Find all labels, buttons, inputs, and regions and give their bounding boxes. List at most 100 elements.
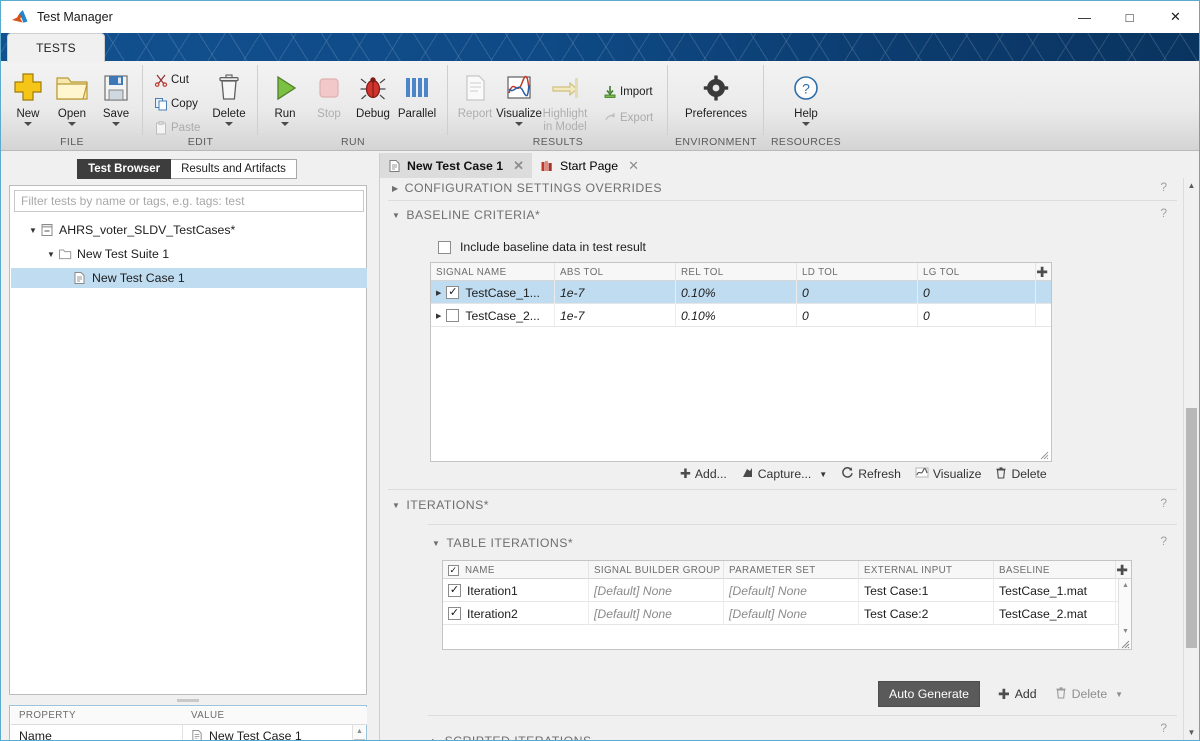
column-header-rel-tol[interactable]: REL TOL xyxy=(676,263,797,281)
checkbox-checked-icon[interactable]: ✓ xyxy=(448,584,461,597)
section-configuration-settings-overrides[interactable]: ▶ CONFIGURATION SETTINGS OVERRIDES xyxy=(392,181,662,195)
add-column-icon[interactable]: ✚ xyxy=(1116,563,1128,577)
checkbox-checked-icon[interactable]: ✓ xyxy=(448,565,459,576)
cut-button[interactable]: Cut xyxy=(151,69,189,91)
signal-builder-group-cell[interactable]: [Default] None xyxy=(589,579,724,602)
checkbox-checked-icon[interactable]: ✓ xyxy=(446,286,459,299)
scroll-up-arrow-icon[interactable]: ▲ xyxy=(1184,178,1199,193)
help-button[interactable]: ? Help xyxy=(782,65,830,126)
chevron-down-icon[interactable]: ▼ xyxy=(26,226,40,235)
scroll-down-arrow-icon[interactable]: ▼ xyxy=(1184,725,1199,740)
report-button[interactable]: Report xyxy=(451,65,499,121)
refresh-button[interactable]: Refresh xyxy=(841,466,901,482)
checkbox-unchecked-icon[interactable] xyxy=(438,241,451,254)
tab-new-test-case-1[interactable]: New Test Case 1 ✕ xyxy=(380,153,532,178)
open-button[interactable]: Open xyxy=(48,65,96,126)
tree-item-new-test-suite-1[interactable]: ▼ New Test Suite 1 xyxy=(44,244,169,264)
tab-tests[interactable]: TESTS xyxy=(7,33,105,62)
save-button[interactable]: Save xyxy=(92,65,140,126)
tab-start-page[interactable]: Start Page ✕ xyxy=(532,153,647,178)
iteration-name-cell[interactable]: ✓ Iteration1 xyxy=(443,579,589,602)
iteration-name-cell[interactable]: ✓ Iteration2 xyxy=(443,602,589,625)
include-baseline-checkbox-row[interactable]: Include baseline data in test result xyxy=(438,240,646,254)
column-header-abs-tol[interactable]: ABS TOL xyxy=(555,263,676,281)
checkbox-unchecked-icon[interactable] xyxy=(446,309,459,322)
chevron-down-icon[interactable]: ▼ xyxy=(432,539,440,548)
main-scrollbar[interactable]: ▲ ▼ xyxy=(1183,178,1199,740)
column-header-signal-name[interactable]: SIGNAL NAME xyxy=(431,263,555,281)
tree-item-new-test-case-1[interactable]: New Test Case 1 xyxy=(11,268,367,288)
add-column-icon[interactable]: ✚ xyxy=(1036,265,1048,279)
resize-grip[interactable] xyxy=(1040,451,1049,460)
abs-tol-cell[interactable]: 1e-7 xyxy=(555,281,676,304)
baseline-cell[interactable]: TestCase_2.mat xyxy=(994,602,1116,625)
signal-name-cell[interactable]: ▶ ✓ TestCase_1... xyxy=(431,281,555,304)
section-table-iterations[interactable]: ▼ TABLE ITERATIONS* xyxy=(432,536,573,550)
debug-button[interactable]: Debug xyxy=(349,65,397,121)
table-row[interactable]: ✓ Iteration1 [Default] None [Default] No… xyxy=(443,579,1131,602)
expand-row-icon[interactable]: ▶ xyxy=(436,289,441,297)
column-header-signal-builder-group[interactable]: SIGNAL BUILDER GROUP xyxy=(589,561,724,579)
tab-test-browser[interactable]: Test Browser xyxy=(77,159,171,179)
chevron-down-icon[interactable]: ▼ xyxy=(44,250,58,259)
tree-item-ahrs-voter-sldv-testcases[interactable]: ▼ AHRS_voter_SLDV_TestCases* xyxy=(26,220,235,240)
expand-row-icon[interactable]: ▶ xyxy=(436,312,441,320)
external-input-cell[interactable]: Test Case:1 xyxy=(859,579,994,602)
save-caret-icon[interactable] xyxy=(112,122,120,126)
import-button[interactable]: Import xyxy=(600,81,653,103)
column-header-name[interactable]: ✓ NAME xyxy=(443,561,589,579)
table-row[interactable]: ✓ Iteration2 [Default] None [Default] No… xyxy=(443,602,1131,625)
tab-results-and-artifacts[interactable]: Results and Artifacts xyxy=(171,159,297,179)
close-icon[interactable]: ✕ xyxy=(513,158,524,174)
left-panel-splitter[interactable] xyxy=(177,699,199,702)
filter-tests-input[interactable]: Filter tests by name or tags, e.g. tags:… xyxy=(14,190,364,212)
help-icon[interactable]: ? xyxy=(1160,534,1167,548)
visualize-caret-icon[interactable] xyxy=(515,122,523,126)
scroll-up-arrow-icon[interactable]: ▲ xyxy=(1119,579,1132,591)
chevron-right-icon[interactable]: ▶ xyxy=(392,184,399,193)
chevron-down-icon[interactable]: ▼ xyxy=(1115,690,1123,699)
chevron-down-icon[interactable]: ▼ xyxy=(819,470,827,479)
maximize-button[interactable]: □ xyxy=(1107,1,1152,33)
help-icon[interactable]: ? xyxy=(1160,206,1167,220)
run-button[interactable]: Run xyxy=(261,65,309,126)
delete-signal-button[interactable]: Delete xyxy=(995,466,1046,482)
open-caret-icon[interactable] xyxy=(68,122,76,126)
scrollbar-thumb[interactable] xyxy=(1186,408,1197,648)
scroll-down-arrow-icon[interactable]: ▼ xyxy=(1119,625,1132,637)
close-icon[interactable]: ✕ xyxy=(628,158,639,174)
highlight-in-model-button[interactable]: Highlight in Model xyxy=(539,65,591,134)
column-header-baseline[interactable]: BASELINE xyxy=(994,561,1116,579)
rel-tol-cell[interactable]: 0.10% xyxy=(676,281,797,304)
table-row[interactable]: ▶ ✓ TestCase_1... 1e-7 0.10% 0 0 xyxy=(431,281,1051,304)
new-caret-icon[interactable] xyxy=(24,122,32,126)
table-row[interactable]: ▶ TestCase_2... 1e-7 0.10% 0 0 xyxy=(431,304,1051,327)
add-iteration-button[interactable]: ✚ Add xyxy=(998,686,1037,703)
table-row[interactable]: Name New Test Case 1 xyxy=(11,725,367,741)
preferences-button[interactable]: Preferences xyxy=(670,65,762,121)
parallel-button[interactable]: Parallel xyxy=(393,65,441,121)
chevron-down-icon[interactable]: ▼ xyxy=(392,211,400,220)
property-panel-scrollbar[interactable]: ▲ ▼ xyxy=(352,725,365,741)
help-caret-icon[interactable] xyxy=(802,122,810,126)
ld-tol-cell[interactable]: 0 xyxy=(797,281,918,304)
visualize-signal-button[interactable]: Visualize xyxy=(915,466,982,482)
delete-caret-icon[interactable] xyxy=(225,122,233,126)
ld-tol-cell[interactable]: 0 xyxy=(797,304,918,327)
section-baseline-criteria[interactable]: ▼ BASELINE CRITERIA* xyxy=(392,208,540,222)
export-button[interactable]: Export xyxy=(600,107,653,129)
add-signal-button[interactable]: ✚ Add... xyxy=(680,466,727,482)
visualize-button[interactable]: Visualize xyxy=(495,65,543,126)
close-button[interactable]: ✕ xyxy=(1152,1,1199,33)
section-iterations[interactable]: ▼ ITERATIONS* xyxy=(392,498,489,512)
column-header-ld-tol[interactable]: LD TOL xyxy=(797,263,918,281)
chevron-down-icon[interactable]: ▼ xyxy=(392,501,400,510)
help-icon[interactable]: ? xyxy=(1160,721,1167,735)
parameter-set-cell[interactable]: [Default] None xyxy=(724,602,859,625)
capture-button[interactable]: Capture... ▼ xyxy=(741,466,827,482)
lg-tol-cell[interactable]: 0 xyxy=(918,281,1036,304)
lg-tol-cell[interactable]: 0 xyxy=(918,304,1036,327)
iterations-table-scrollbar[interactable]: ▲ ▼ xyxy=(1118,579,1131,649)
help-icon[interactable]: ? xyxy=(1160,496,1167,510)
column-header-external-input[interactable]: EXTERNAL INPUT xyxy=(859,561,994,579)
